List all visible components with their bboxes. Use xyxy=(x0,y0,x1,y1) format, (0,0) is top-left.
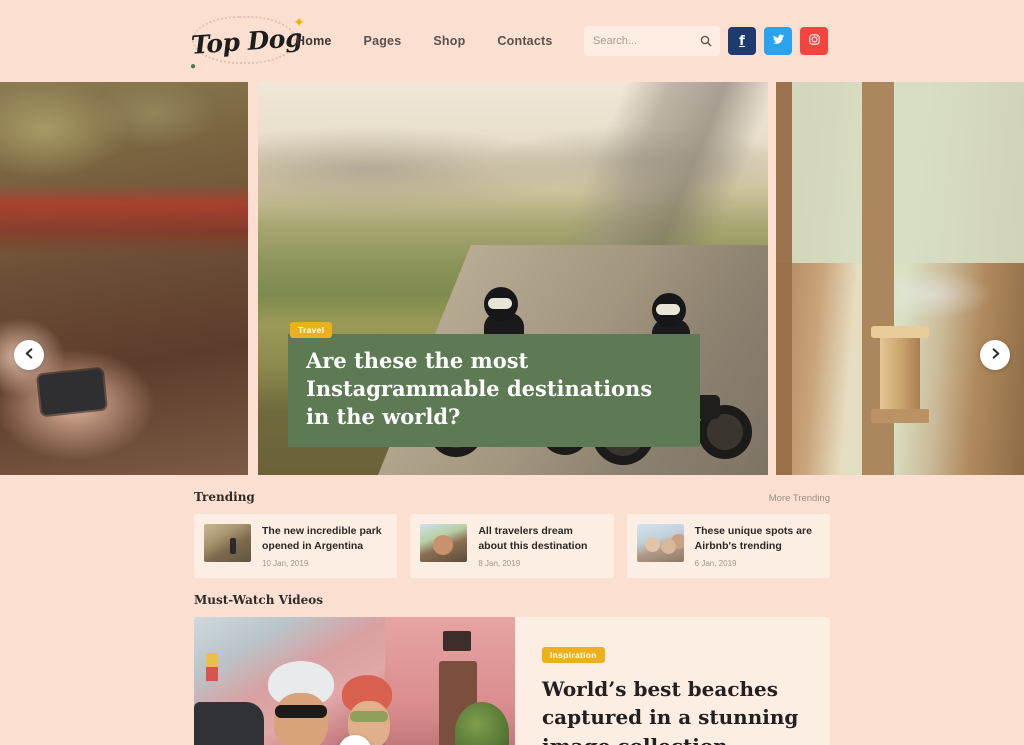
chevron-right-icon xyxy=(990,346,1001,364)
hero-image-active: Travel Are these the most Instagrammable… xyxy=(258,82,768,475)
trending-card-date: 8 Jan, 2019 xyxy=(478,558,521,568)
hero-slide-active[interactable]: Travel Are these the most Instagrammable… xyxy=(258,82,768,475)
hero-image-previous xyxy=(0,82,248,475)
trending-card-body: All travelers dream about this destinati… xyxy=(478,524,603,568)
instagram-icon xyxy=(808,33,821,50)
hero-image-next xyxy=(776,82,1024,475)
window-shape xyxy=(443,630,471,651)
content-wrapper: Trending More Trending The new incredibl… xyxy=(194,475,830,745)
trending-header: Trending More Trending xyxy=(194,475,830,504)
car-shape xyxy=(194,701,264,745)
video-thumbnail[interactable] xyxy=(194,616,515,745)
trending-thumbnail xyxy=(420,524,468,562)
hero-caption-box: Are these the most Instagrammable destin… xyxy=(288,334,700,447)
hero-slide-next[interactable] xyxy=(776,82,1024,475)
social-facebook-button[interactable]: f xyxy=(728,27,756,55)
more-trending-link[interactable]: More Trending xyxy=(769,493,830,504)
sunglasses-icon xyxy=(350,710,388,722)
must-watch-title: Must-Watch Videos xyxy=(194,592,324,607)
flag-shape xyxy=(206,652,218,681)
nav-item-shop[interactable]: Shop xyxy=(433,34,465,48)
video-category-badge[interactable]: Inspiration xyxy=(542,646,605,663)
trending-card[interactable]: All travelers dream about this destinati… xyxy=(410,514,614,578)
trending-card-date: 6 Jan, 2019 xyxy=(694,558,737,568)
hero-slide-previous[interactable] xyxy=(0,82,248,475)
social-twitter-button[interactable] xyxy=(764,27,792,55)
trending-thumbnail xyxy=(636,524,684,562)
hero-next-button[interactable] xyxy=(980,340,1010,370)
map-pin-icon: ● xyxy=(190,61,197,72)
trending-thumbnail xyxy=(204,524,251,562)
trending-list: The new incredible park opened in Argent… xyxy=(194,514,830,578)
trending-card-title[interactable]: The new incredible park opened in Argent… xyxy=(262,524,387,554)
header-utilities: f xyxy=(584,0,828,82)
twitter-icon xyxy=(772,33,785,50)
hero-title[interactable]: Are these the most Instagrammable destin… xyxy=(306,347,682,431)
hero-category-badge[interactable]: Travel xyxy=(290,322,333,339)
sunglasses-icon xyxy=(275,704,327,718)
must-watch-header: Must-Watch Videos xyxy=(194,578,830,607)
nav-item-contacts[interactable]: Contacts xyxy=(497,34,552,48)
search-box[interactable] xyxy=(584,26,720,56)
trending-card-body: These unique spots are Airbnb's trending… xyxy=(695,524,820,568)
social-instagram-button[interactable] xyxy=(800,27,828,55)
hero-prev-button[interactable] xyxy=(14,340,44,370)
featured-video-body: Inspiration World’s best beaches capture… xyxy=(515,617,830,745)
nav-item-home[interactable]: Home xyxy=(296,34,332,48)
trending-card-title[interactable]: These unique spots are Airbnb's trending xyxy=(695,524,820,554)
featured-video-title[interactable]: World’s best beaches captured in a stunn… xyxy=(542,675,830,745)
trending-title: Trending xyxy=(194,490,255,504)
trending-card-title[interactable]: All travelers dream about this destinati… xyxy=(478,524,603,554)
balustrade-shape xyxy=(871,326,929,423)
trending-card[interactable]: These unique spots are Airbnb's trending… xyxy=(626,514,830,578)
site-header: Top Dog ✦ ● Home Pages Shop Contacts f xyxy=(0,0,1024,82)
trending-card-date: 10 Jan, 2019 xyxy=(262,558,309,568)
trending-card[interactable]: The new incredible park opened in Argent… xyxy=(194,514,398,578)
main-navigation: Home Pages Shop Contacts xyxy=(296,0,553,82)
hero-caption: Travel Are these the most Instagrammable… xyxy=(288,320,700,447)
featured-video-card[interactable]: Inspiration World’s best beaches capture… xyxy=(194,616,830,745)
site-logo[interactable]: Top Dog ✦ ● xyxy=(190,14,305,72)
search-icon[interactable] xyxy=(700,34,712,52)
helmet-icon xyxy=(484,287,518,321)
chevron-left-icon xyxy=(24,346,35,364)
trending-card-body: The new incredible park opened in Argent… xyxy=(262,524,387,568)
search-input[interactable] xyxy=(593,35,711,47)
person-face xyxy=(274,692,328,745)
nav-item-pages[interactable]: Pages xyxy=(364,34,402,48)
hero-slider: Travel Are these the most Instagrammable… xyxy=(0,82,1024,475)
facebook-icon: f xyxy=(739,33,745,49)
